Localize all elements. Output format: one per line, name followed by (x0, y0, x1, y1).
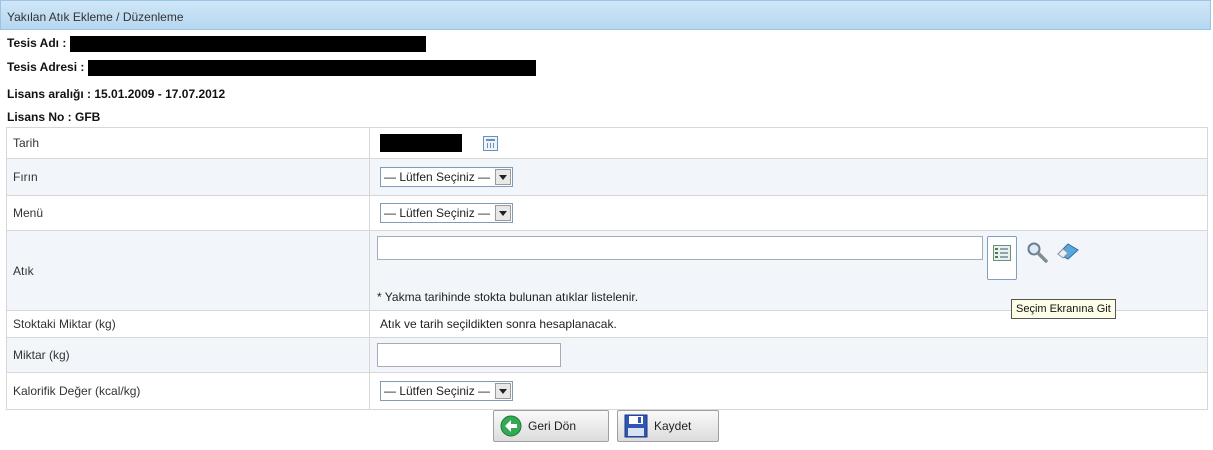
facility-name-label: Tesis Adı : (7, 36, 67, 51)
chevron-down-icon[interactable] (495, 383, 512, 399)
stok-label: Stoktaki Miktar (kg) (6, 310, 370, 338)
kalorifik-cell: — Lütfen Seçiniz — (369, 372, 1208, 410)
kalorifik-select-value: — Lütfen Seçiniz — (384, 384, 491, 398)
firin-label: Fırın (6, 158, 370, 196)
menu-label: Menü (6, 195, 370, 231)
tooltip: Seçim Ekranına Git (1011, 299, 1116, 319)
facility-address-row: Tesis Adresi : (7, 60, 536, 76)
row-menu: Menü — Lütfen Seçiniz — (6, 195, 1208, 231)
row-firin: Fırın — Lütfen Seçiniz — (6, 158, 1208, 196)
kalorifik-label: Kalorifik Değer (kcal/kg) (6, 372, 370, 410)
save-button[interactable]: Kaydet (617, 410, 719, 442)
list-select-icon (993, 245, 1011, 261)
license-range: Lisans aralığı : 15.01.2009 - 17.07.2012 (7, 87, 226, 101)
back-button[interactable]: Geri Dön (493, 410, 609, 442)
calendar-icon[interactable] (483, 135, 499, 151)
atik-note: * Yakma tarihinde stokta bulunan atıklar… (377, 290, 639, 304)
firin-select-value: — Lütfen Seçiniz — (384, 170, 491, 184)
miktar-cell (369, 337, 1208, 373)
firin-cell: — Lütfen Seçiniz — (369, 158, 1208, 196)
floppy-disk-icon (624, 414, 648, 438)
kalorifik-select[interactable]: — Lütfen Seçiniz — (380, 381, 514, 401)
facility-address-redacted (87, 60, 536, 76)
list-select-button[interactable] (987, 236, 1017, 280)
chevron-down-icon[interactable] (495, 205, 512, 221)
facility-name-redacted (69, 36, 426, 52)
miktar-label: Miktar (kg) (6, 337, 370, 373)
chevron-down-icon[interactable] (495, 169, 512, 185)
miktar-input[interactable] (377, 343, 561, 367)
menu-select[interactable]: — Lütfen Seçiniz — (380, 203, 514, 223)
eraser-icon[interactable] (1055, 242, 1081, 260)
tarih-label: Tarih (6, 127, 370, 159)
menu-select-value: — Lütfen Seçiniz — (384, 206, 491, 220)
back-button-label: Geri Dön (528, 419, 577, 433)
tarih-cell (369, 127, 1208, 159)
row-miktar: Miktar (kg) (6, 337, 1208, 373)
panel-title: Yakılan Atık Ekleme / Düzenleme (7, 10, 184, 24)
license-no: Lisans No : GFB (7, 110, 101, 124)
panel-header: Yakılan Atık Ekleme / Düzenleme (0, 0, 1211, 30)
facility-name-row: Tesis Adı : (7, 36, 426, 52)
back-arrow-icon (500, 415, 522, 437)
atik-label: Atık (6, 230, 370, 311)
atik-input[interactable] (377, 236, 983, 260)
tarih-input-redacted[interactable] (380, 134, 462, 152)
row-kalorifik: Kalorifik Değer (kcal/kg) — Lütfen Seçin… (6, 372, 1208, 410)
save-button-label: Kaydet (654, 419, 692, 433)
row-tarih: Tarih (6, 127, 1208, 159)
menu-cell: — Lütfen Seçiniz — (369, 195, 1208, 231)
firin-select[interactable]: — Lütfen Seçiniz — (380, 167, 514, 187)
facility-address-label: Tesis Adresi : (7, 60, 85, 75)
waste-form-table: Tarih Fırın — Lütfen Seçiniz — Menü — Lü… (6, 127, 1208, 410)
magnifier-icon[interactable] (1026, 241, 1048, 263)
